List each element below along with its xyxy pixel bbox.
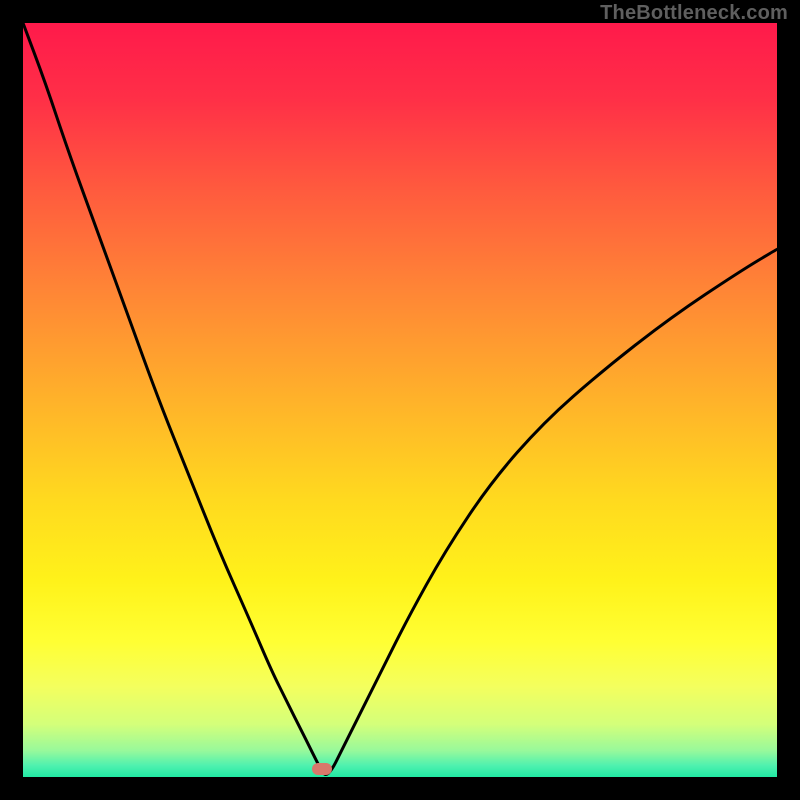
outer-frame: TheBottleneck.com <box>0 0 800 800</box>
plot-area <box>23 23 777 777</box>
optimal-marker <box>312 763 332 775</box>
watermark-label: TheBottleneck.com <box>600 2 788 25</box>
bottleneck-curve <box>23 23 777 777</box>
